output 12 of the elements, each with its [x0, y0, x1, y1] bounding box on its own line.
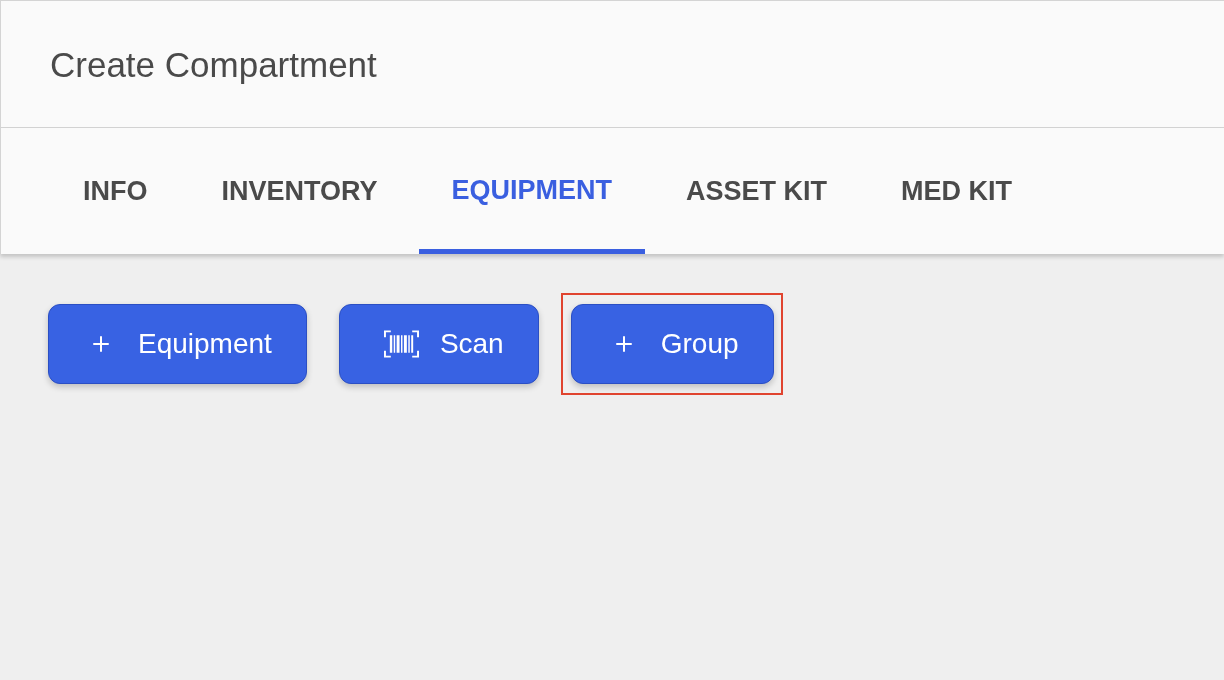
- action-button[interactable]: Scan: [338, 304, 539, 384]
- barcode-scan-icon: [383, 330, 419, 358]
- action-button[interactable]: Group: [570, 304, 774, 384]
- plus-icon: [93, 336, 109, 352]
- tab[interactable]: MED KIT: [868, 128, 1046, 254]
- tab[interactable]: INFO: [50, 128, 181, 254]
- tab[interactable]: INVENTORY: [188, 128, 411, 254]
- plus-icon: [615, 336, 632, 352]
- tab[interactable]: EQUIPMENT: [418, 128, 646, 254]
- page-title: Create Compartment: [50, 46, 377, 82]
- action-button[interactable]: Equipment: [48, 304, 307, 384]
- tab[interactable]: ASSET KIT: [653, 128, 861, 254]
